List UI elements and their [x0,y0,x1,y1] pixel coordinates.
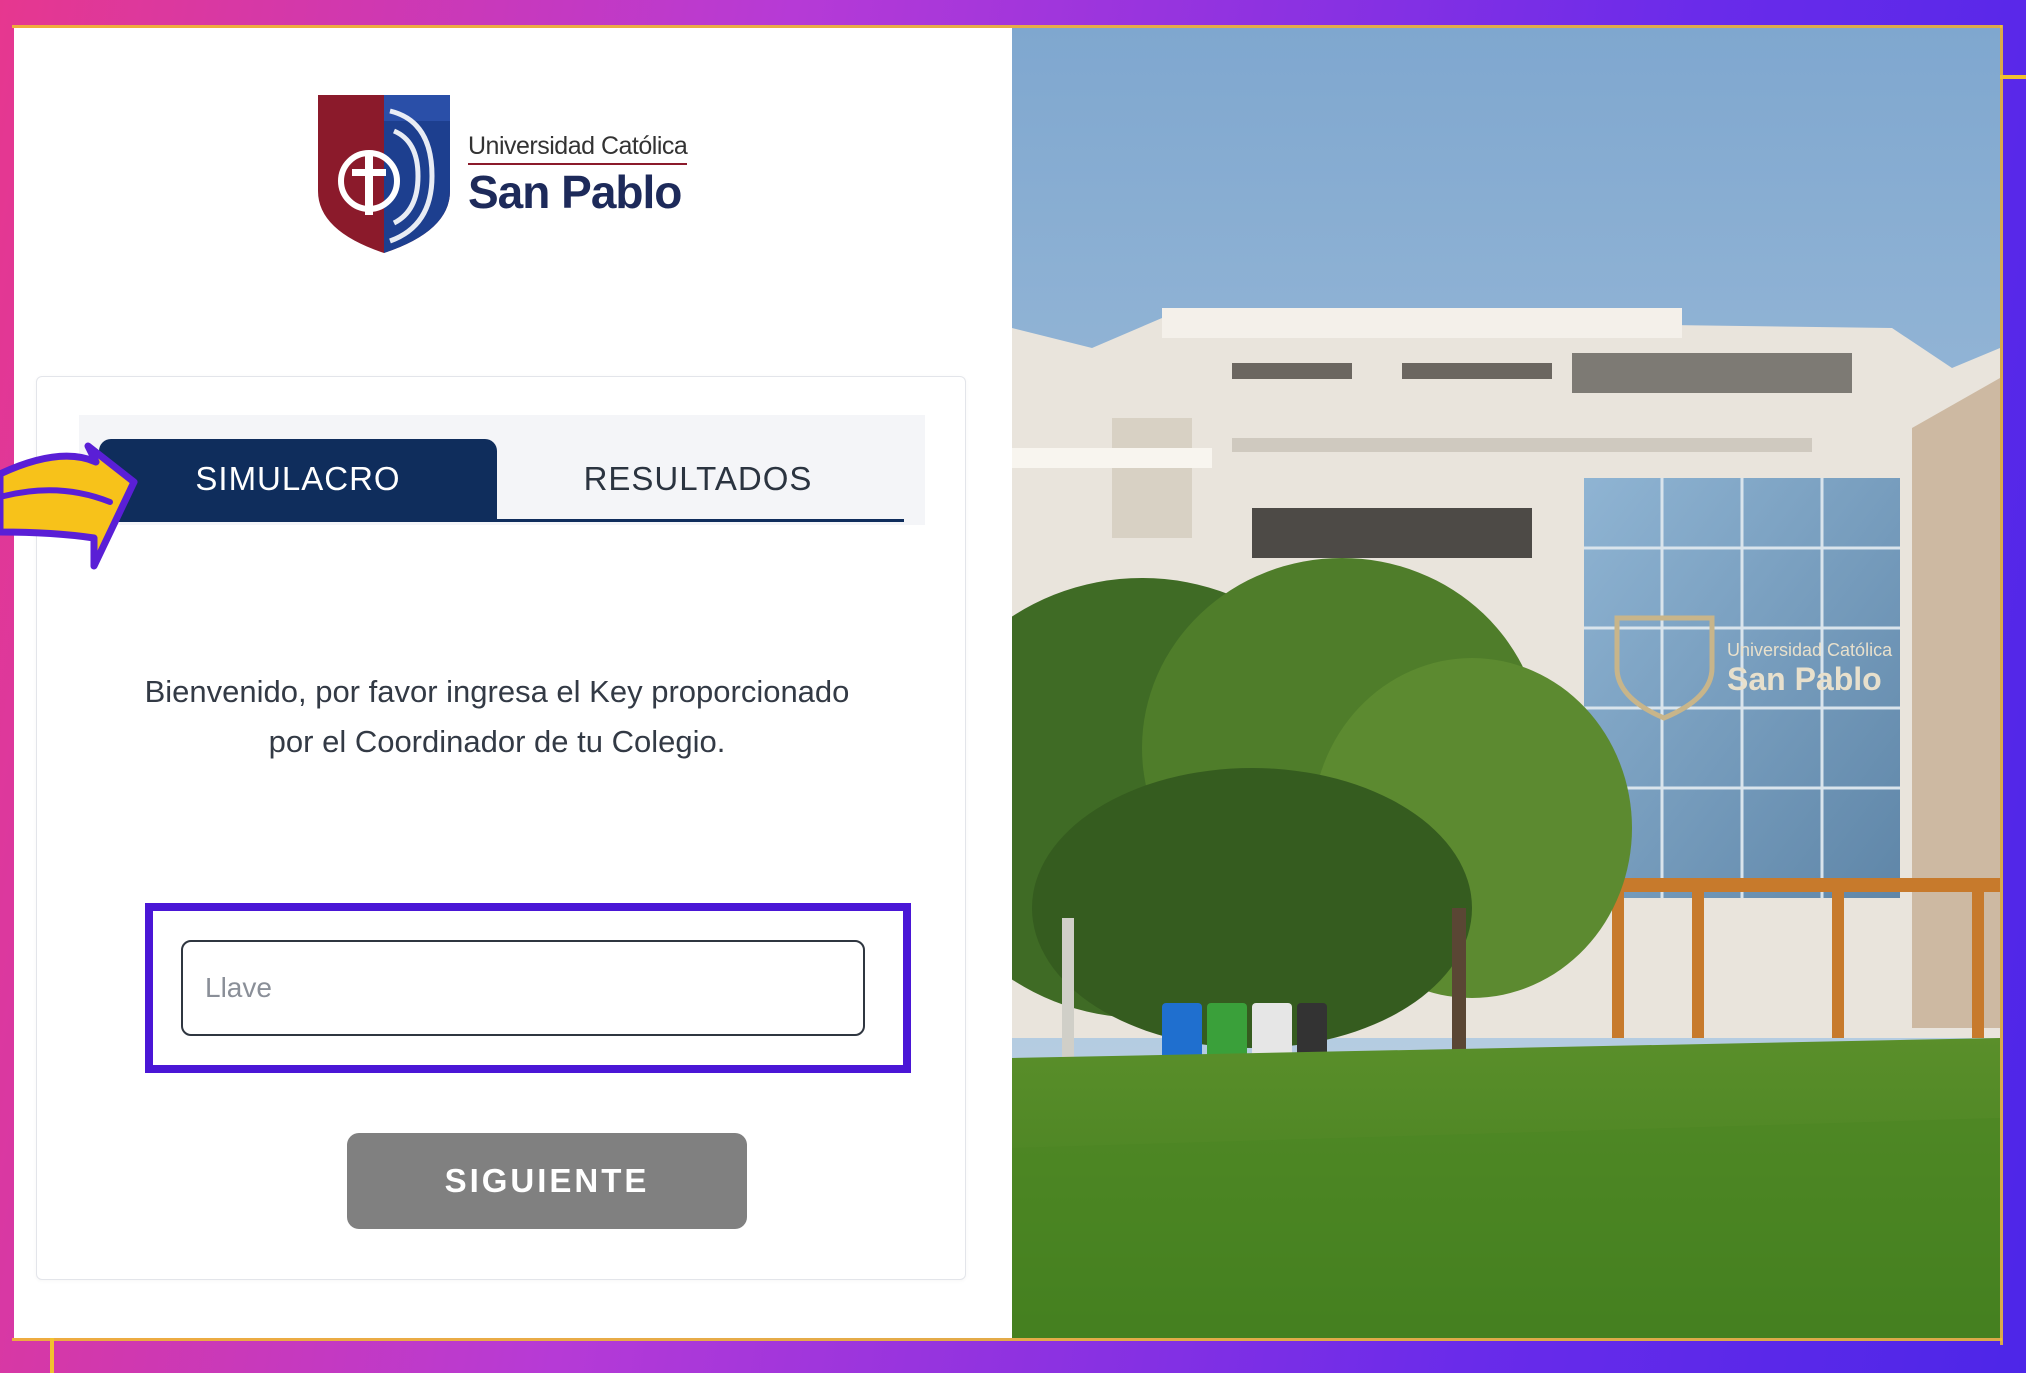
next-button[interactable]: SIGUIENTE [347,1133,747,1229]
tab-resultados[interactable]: RESULTADOS [499,439,897,519]
login-panel: Universidad Católica San Pablo SIMULACRO… [14,28,1012,1338]
campus-photo: Universidad Católica San Pablo [1012,28,2000,1338]
tab-simulacro[interactable]: SIMULACRO [99,439,497,519]
welcome-message: Bienvenido, por favor ingresa el Key pro… [144,674,850,759]
frame-accent-bottom [12,1338,2002,1341]
tabs-underline [99,519,904,522]
shield-icon [318,94,450,253]
login-card: SIMULACRO RESULTADOS Bienvenido, por fav… [36,376,966,1280]
arrow-pointer-icon [0,442,138,570]
key-input[interactable] [181,940,865,1036]
university-logo: Universidad Católica San Pablo [314,88,714,258]
sign-small-text: Universidad Católica [1727,640,1893,660]
frame-accent-right [2000,25,2003,1345]
sign-big-text: San Pablo [1727,661,1882,697]
frame-accent-left [50,1338,54,1373]
tabs-bar: SIMULACRO RESULTADOS [79,415,925,525]
logo-small-text: Universidad Católica [468,132,688,165]
logo-big-text: San Pablo [468,165,682,218]
frame-accent-tick [2000,75,2026,79]
